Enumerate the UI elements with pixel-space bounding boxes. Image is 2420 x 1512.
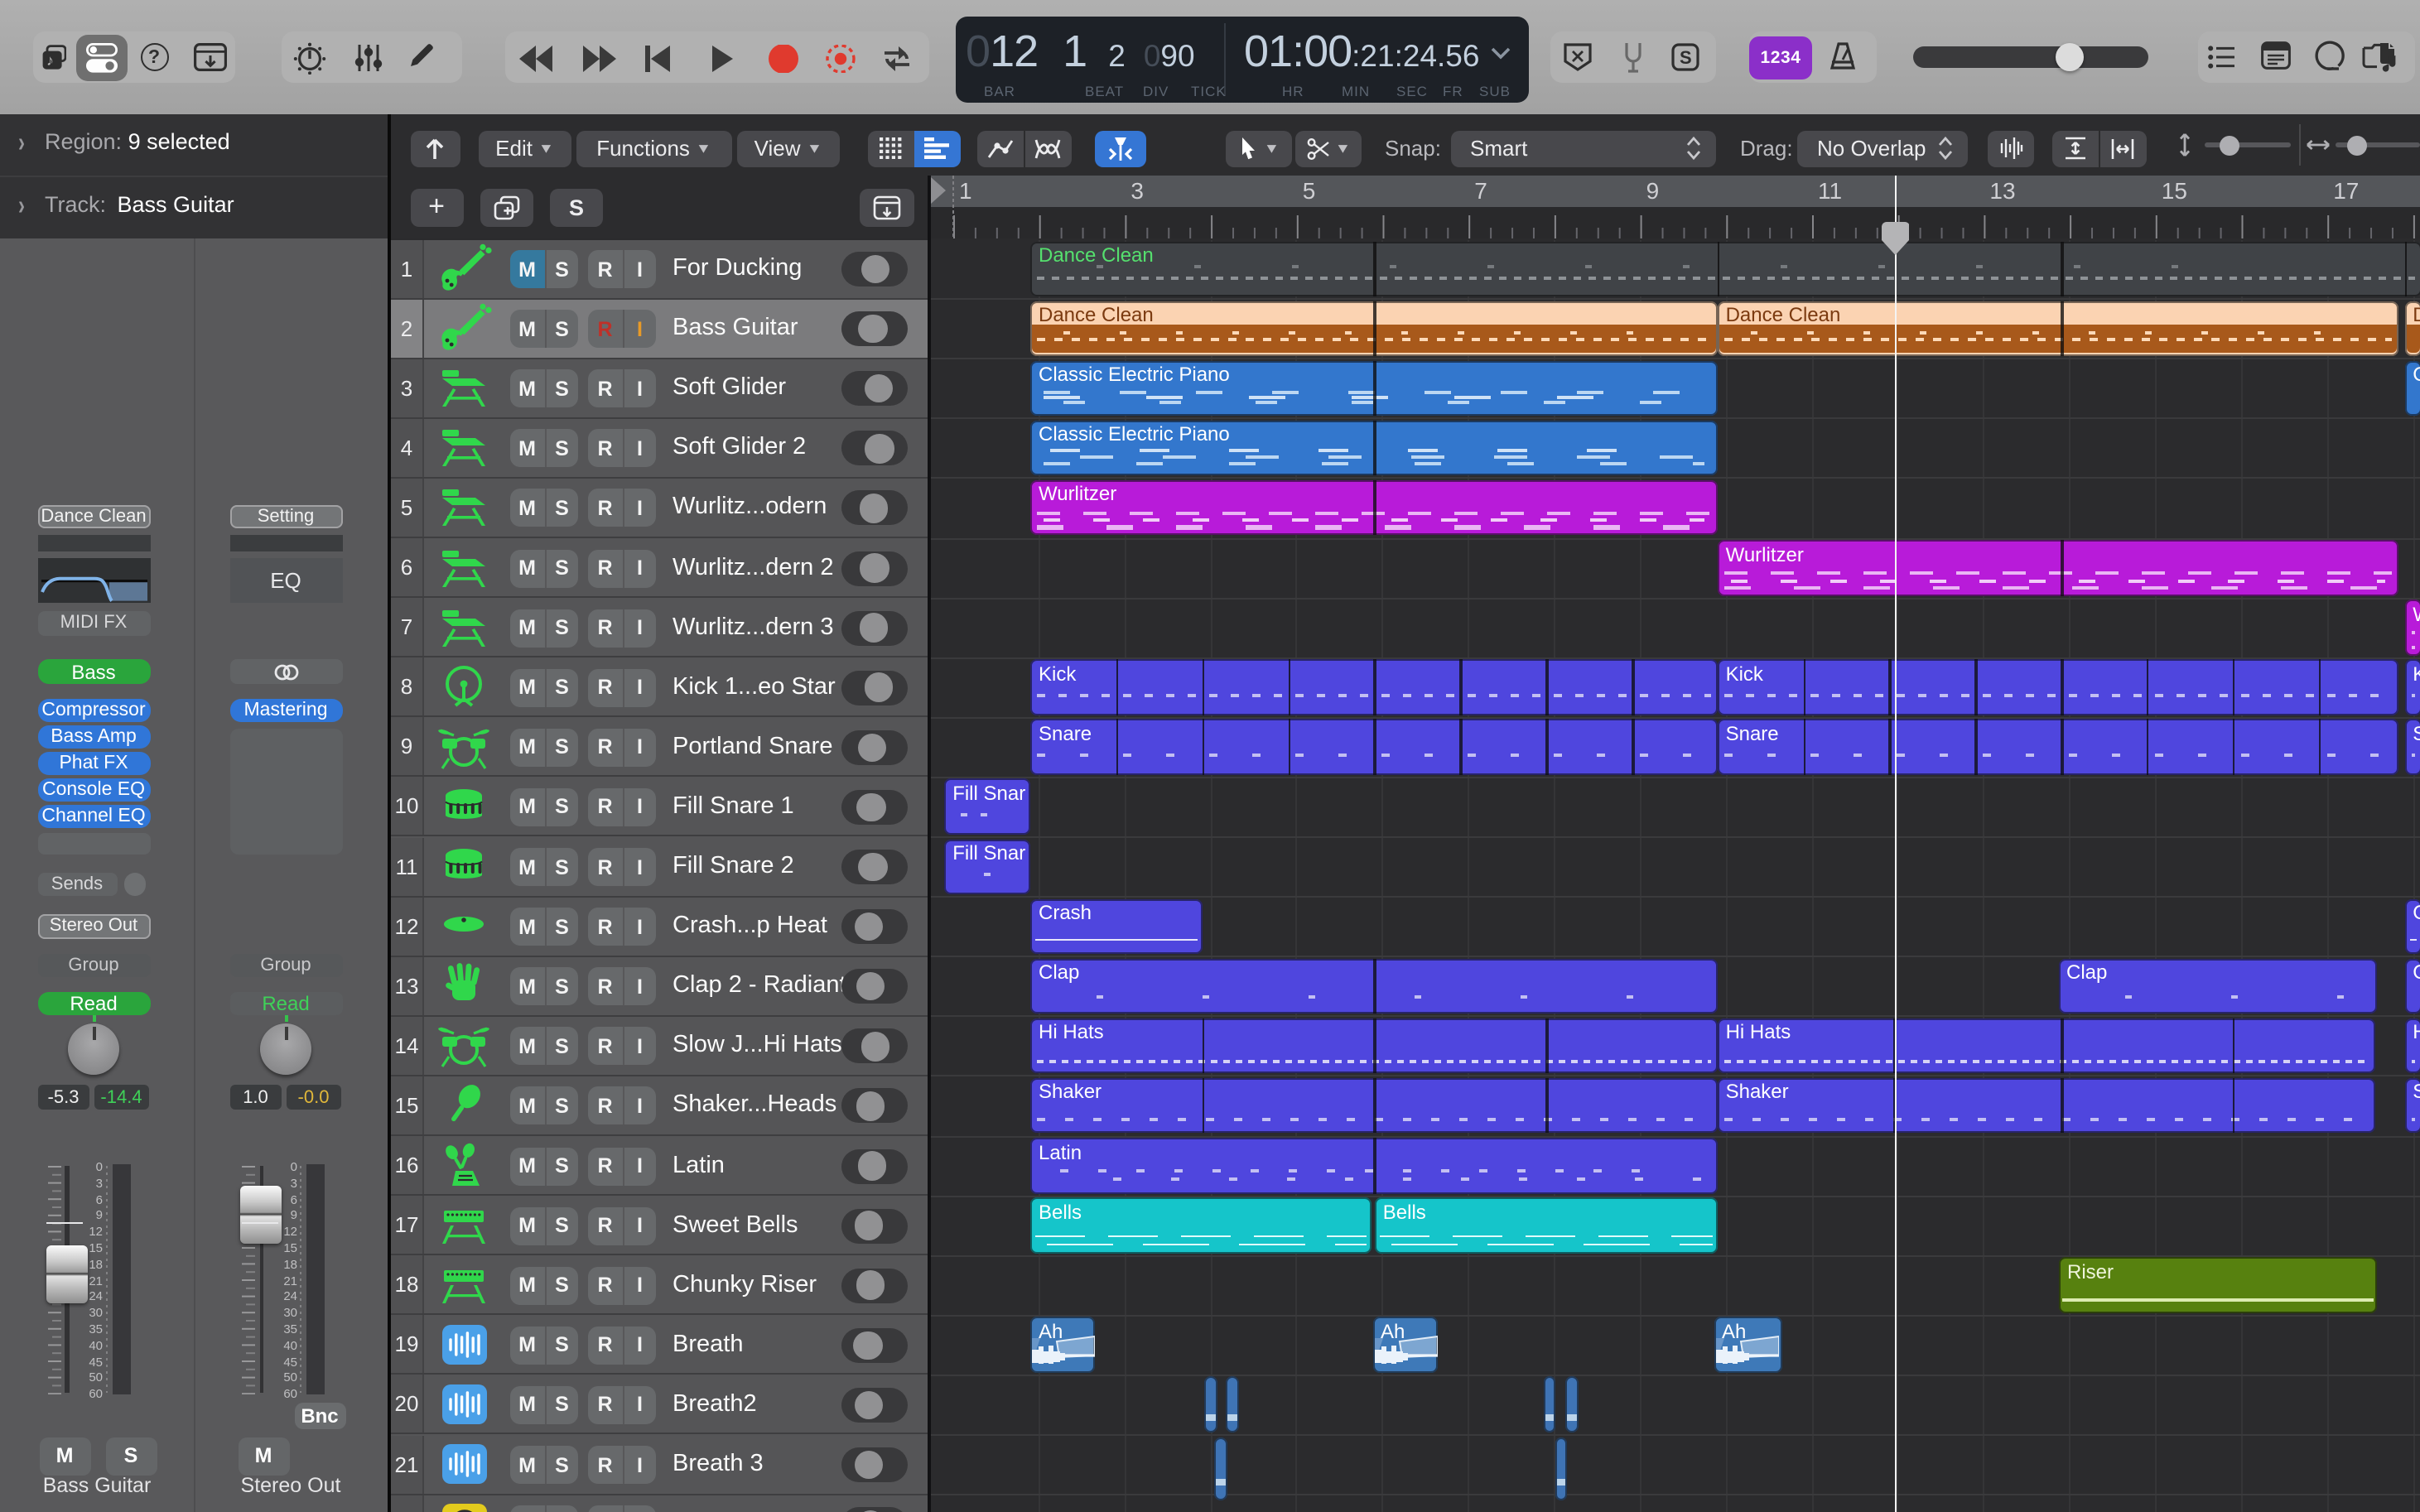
svg-text:S: S bbox=[1680, 47, 1692, 68]
svg-text:♪: ♪ bbox=[46, 51, 54, 68]
